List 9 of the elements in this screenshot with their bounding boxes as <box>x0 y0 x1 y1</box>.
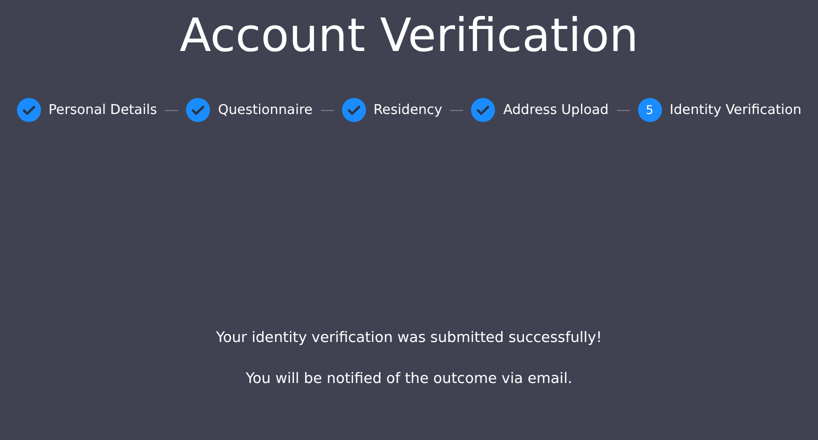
step-label: Identity Verification <box>670 102 802 118</box>
status-message: Your identity verification was submitted successfully! <box>216 329 602 348</box>
step-label: Questionnaire <box>218 102 313 118</box>
step-number: 5 <box>638 98 662 122</box>
step-label: Residency <box>374 102 442 118</box>
step-label: Address Upload <box>503 102 609 118</box>
page-title: Account Verification <box>180 7 638 64</box>
step-label: Personal Details <box>48 102 157 118</box>
status-message: You will be notified of the outcome via email. <box>246 370 572 389</box>
